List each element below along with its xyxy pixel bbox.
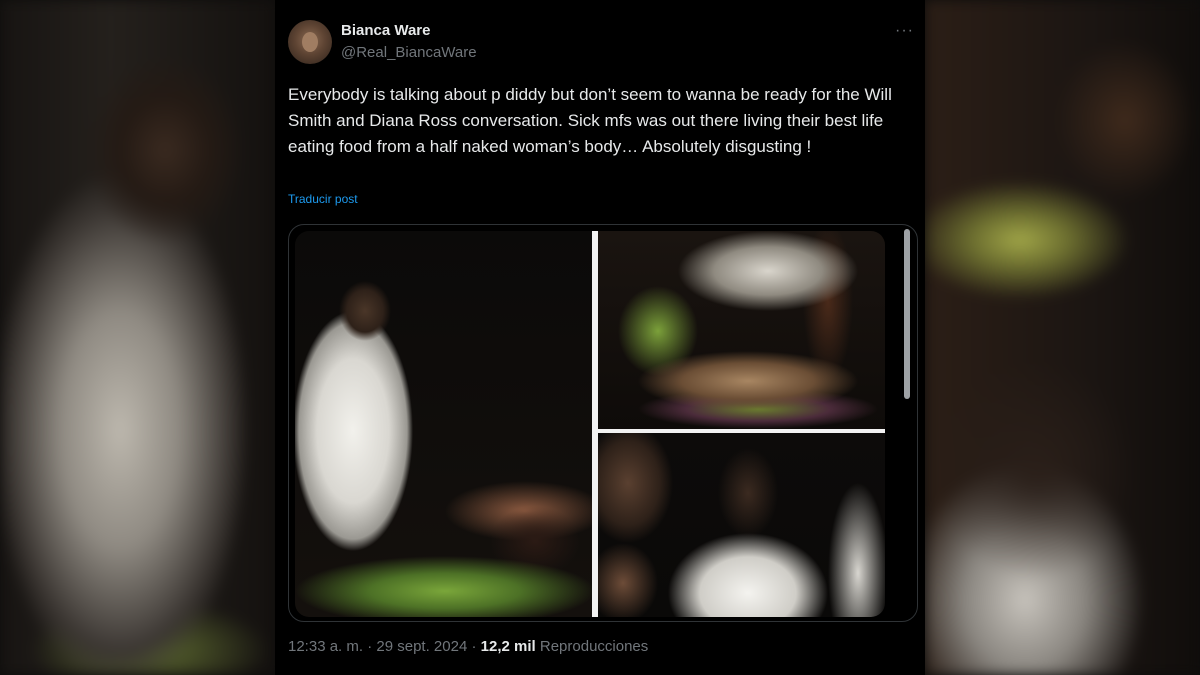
photo-collage[interactable] [295,231,885,617]
tweet-card: Bianca Ware @Real_BiancaWare ··· Everybo… [275,0,925,675]
collage-divider-horizontal [598,429,885,433]
scrollbar[interactable] [904,229,910,399]
meta-separator: · [471,638,477,655]
background-blur-right [925,0,1200,675]
translate-post-link[interactable]: Traducir post [288,192,358,206]
views-count[interactable]: 12,2 mil [481,638,536,655]
tweet-meta: 12:33 a. m. · 29 sept. 2024 · 12,2 mil R… [288,638,648,655]
author-handle[interactable]: @Real_BiancaWare [341,44,477,61]
views-label: Reproducciones [539,638,649,655]
author-name[interactable]: Bianca Ware [341,22,430,39]
post-date[interactable]: 29 sept. 2024 [376,638,467,655]
media-container[interactable] [288,224,918,622]
background-blur-left [0,0,275,675]
photo-top-right[interactable] [598,231,885,429]
photo-bottom-right[interactable] [598,433,885,617]
photo-left[interactable] [295,231,592,617]
avatar[interactable] [288,20,332,64]
tweet-text: Everybody is talking about p diddy but d… [288,85,892,156]
more-options-icon[interactable]: ··· [895,22,914,40]
collage-divider-vertical [592,231,598,617]
post-time[interactable]: 12:33 a. m. [288,638,363,655]
meta-separator: · [367,638,373,655]
